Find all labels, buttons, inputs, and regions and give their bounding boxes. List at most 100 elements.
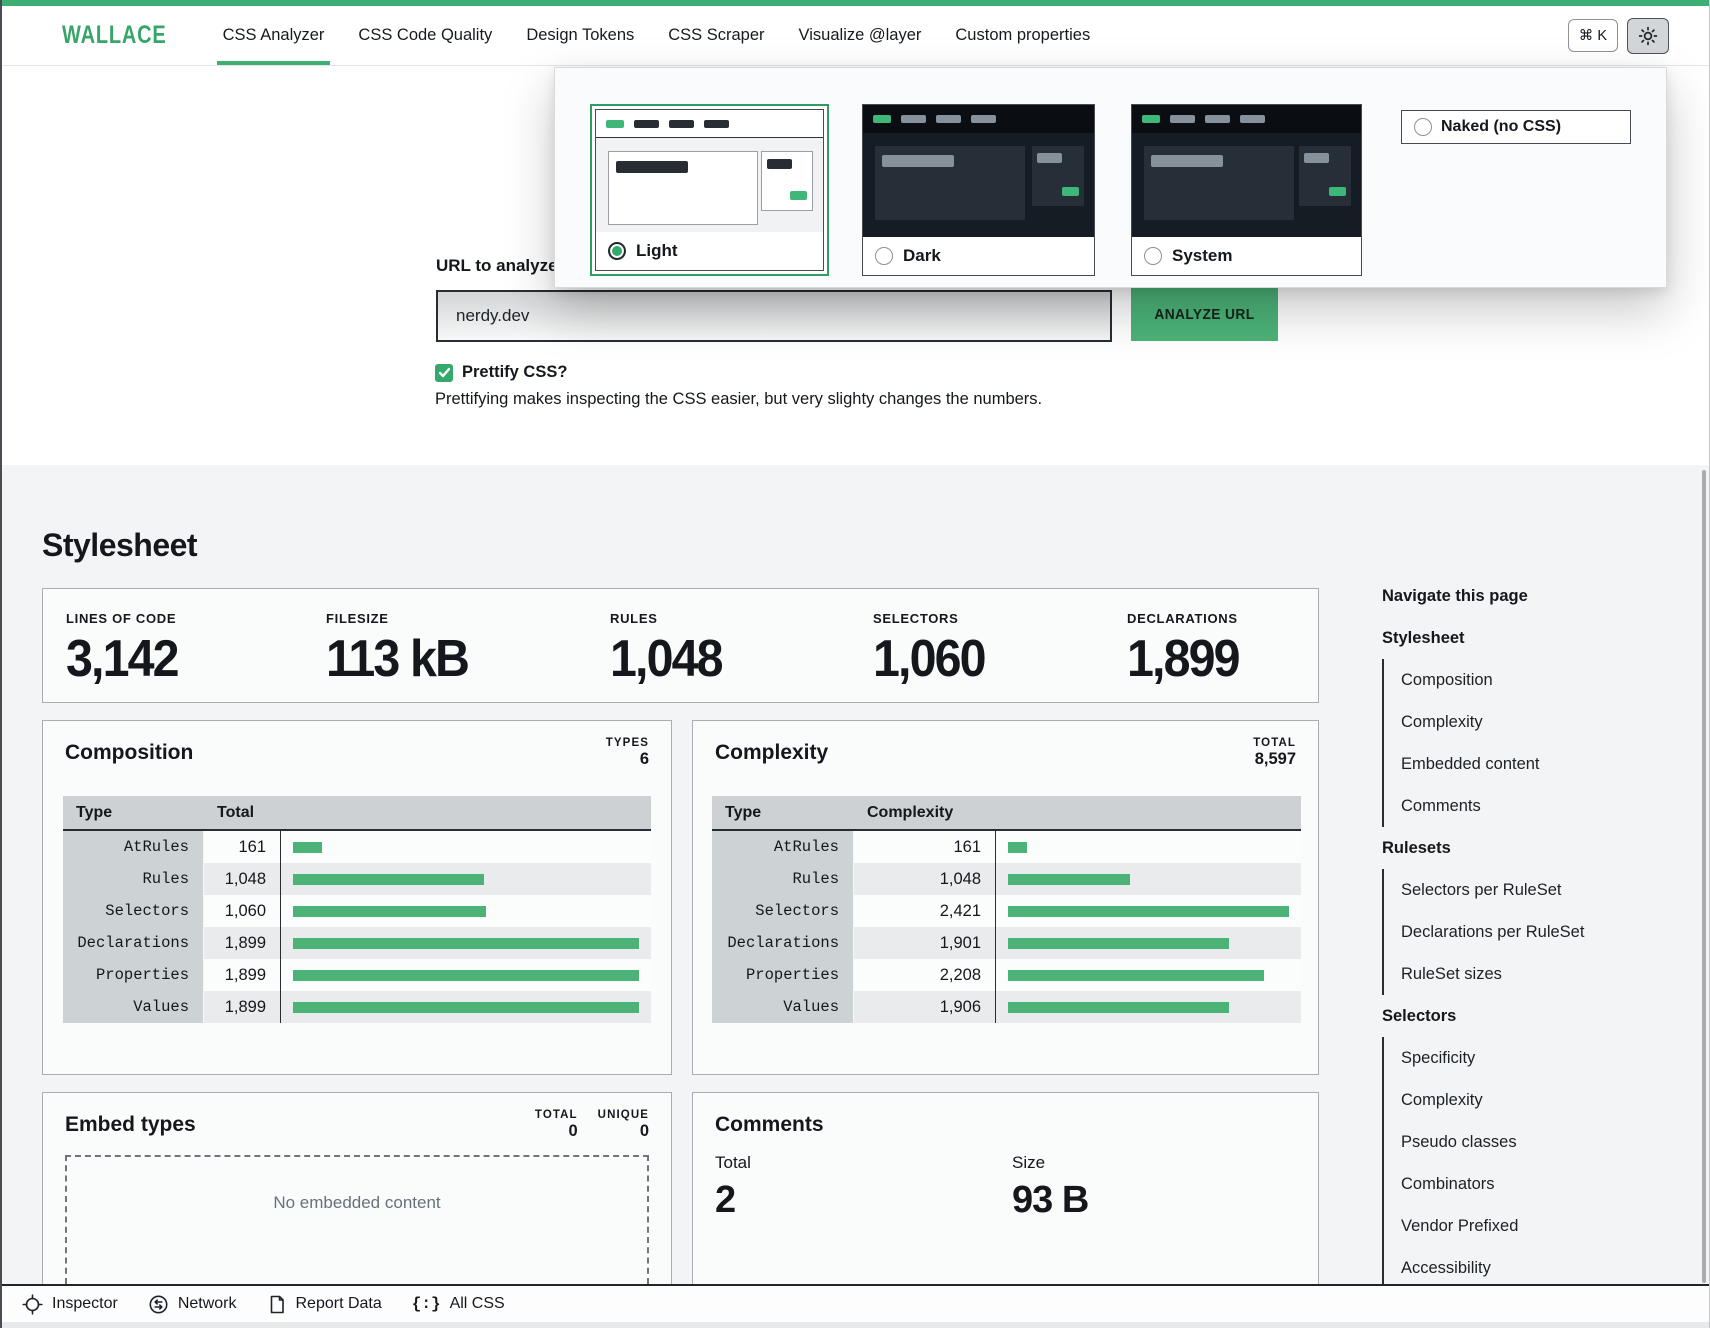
comments-size: Size 93 B [1012,1153,1088,1222]
pill [616,161,688,173]
report-document-icon [267,1294,287,1315]
toc-item-embedded-content[interactable]: Embedded content [1382,743,1682,785]
table-row: Selectors 1,060 [63,895,651,927]
embed-types-meta: TOTAL 0 UNIQUE 0 [535,1109,649,1141]
nav-design-tokens[interactable]: Design Tokens [526,6,634,65]
bar [1008,970,1264,981]
main-nav: CSS Analyzer CSS Code Quality Design Tok… [223,6,1091,65]
toc-item-complexity[interactable]: Complexity [1382,701,1682,743]
bar [293,874,484,885]
theme-option-system[interactable]: System [1131,104,1362,276]
radio-naked[interactable] [1414,118,1432,136]
stylesheet-stats-card: LINES OF CODE 3,142 FILESIZE 113 kB RULE… [42,588,1319,703]
pill [1304,153,1329,163]
pill [669,120,694,128]
url-to-analyze-label: URL to analyze [436,256,558,276]
embed-total: TOTAL 0 [535,1109,578,1141]
bar [1008,874,1130,885]
pill [1142,115,1160,123]
toc-item-selectors-complexity[interactable]: Complexity [1382,1079,1682,1121]
stylesheet-heading: Stylesheet [42,527,197,564]
toc-item-vendor-prefixed[interactable]: Vendor Prefixed [1382,1205,1682,1247]
embed-types-title: Embed types [65,1113,196,1137]
theme-option-light[interactable]: Light [590,104,829,276]
toc-item-ruleset-sizes[interactable]: RuleSet sizes [1382,953,1682,995]
check-icon [438,366,451,379]
pill [936,115,961,123]
pill [1170,115,1195,123]
nav-css-code-quality[interactable]: CSS Code Quality [358,6,492,65]
theme-option-naked[interactable]: Naked (no CSS) [1401,110,1631,144]
toc-item-comments[interactable]: Comments [1382,785,1682,827]
radio-light-selected[interactable] [608,242,626,260]
table-row: AtRules 161 [712,831,1301,863]
theme-picker-menu: Light [554,67,1667,288]
embed-unique: UNIQUE 0 [598,1109,649,1141]
vertical-scrollbar[interactable] [1702,470,1706,1283]
theme-option-dark[interactable]: Dark [862,104,1095,276]
pill [901,115,926,123]
sun-icon [1638,26,1658,46]
nav-visualize-layer[interactable]: Visualize @layer [799,6,922,65]
toc-item-declarations-per-ruleset[interactable]: Declarations per RuleSet [1382,911,1682,953]
report-data-tab[interactable]: Report Data [267,1294,382,1315]
toc-item-pseudo-classes[interactable]: Pseudo classes [1382,1121,1682,1163]
all-css-tab[interactable]: {:} All CSS [412,1295,505,1313]
inspector-crosshair-icon [22,1294,43,1315]
nav-css-scraper[interactable]: CSS Scraper [668,6,764,65]
composition-table: Type Total AtRules 161 Rules 1,048 Selec… [63,796,651,1023]
prettify-help-text: Prettifying makes inspecting the CSS eas… [435,390,1042,409]
pill [882,155,954,167]
comments-title: Comments [715,1113,824,1137]
table-row: Values 1,906 [712,991,1301,1023]
composition-card: Composition TYPES 6 Type Total AtRules 1… [42,720,672,1075]
toc-item-selectors-per-ruleset[interactable]: Selectors per RuleSet [1382,869,1682,911]
nav-custom-properties[interactable]: Custom properties [955,6,1090,65]
toc-item-combinators[interactable]: Combinators [1382,1163,1682,1205]
pill [971,115,996,123]
table-row: Properties 2,208 [712,959,1301,991]
inspector-tab[interactable]: Inspector [22,1294,118,1315]
dev-tools-bar: Inspector Network Report Data {:} [2,1284,1709,1322]
table-row: Declarations 1,899 [63,927,651,959]
pill [767,159,792,169]
prettify-checkbox[interactable] [435,364,453,382]
network-tab[interactable]: Network [148,1294,237,1315]
complexity-table: Type Complexity AtRules 161 Rules 1,048 … [712,796,1301,1023]
theme-toggle-button[interactable] [1627,18,1669,54]
toc-section-rulesets[interactable]: Rulesets [1382,827,1682,869]
radio-dark[interactable] [875,247,893,265]
toc-item-specificity[interactable]: Specificity [1382,1037,1682,1079]
comments-total: Total 2 [715,1153,751,1222]
toc-section-stylesheet[interactable]: Stylesheet [1382,617,1682,659]
analyze-url-button[interactable]: ANALYZE URL [1131,287,1278,341]
toc-title: Navigate this page [1382,575,1682,617]
url-input[interactable] [436,290,1112,342]
bar [1008,938,1229,949]
toc-section-selectors[interactable]: Selectors [1382,995,1682,1037]
composition-title: Composition [65,741,193,765]
toc-item-composition[interactable]: Composition [1382,659,1682,701]
table-row: Selectors 2,421 [712,895,1301,927]
network-transfer-icon [148,1294,169,1315]
bar [1008,1002,1229,1013]
all-css-braces-icon: {:} [412,1295,441,1313]
radio-system[interactable] [1144,247,1162,265]
pill [1062,187,1079,196]
light-theme-preview: Light [595,109,824,271]
pill [1240,115,1265,123]
table-header-row: Type Complexity [712,796,1301,831]
wallace-css-analyzer-page: WALLACE CSS Analyzer CSS Code Quality De… [0,0,1710,1328]
header-controls: ⌘ K [1568,18,1709,54]
complexity-total-meta: TOTAL 8,597 [1253,737,1296,769]
page-navigation: Navigate this page Stylesheet Compositio… [1382,575,1682,1289]
command-k-shortcut-button[interactable]: ⌘ K [1568,19,1618,52]
pill [1151,155,1223,167]
main-header: WALLACE CSS Analyzer CSS Code Quality De… [2,6,1709,66]
table-row: Values 1,899 [63,991,651,1023]
prettify-css-option: Prettify CSS? [435,363,567,382]
toc-item-accessibility[interactable]: Accessibility [1382,1247,1682,1289]
nav-css-analyzer[interactable]: CSS Analyzer [223,6,325,65]
pill [1205,115,1230,123]
bar [293,906,486,917]
